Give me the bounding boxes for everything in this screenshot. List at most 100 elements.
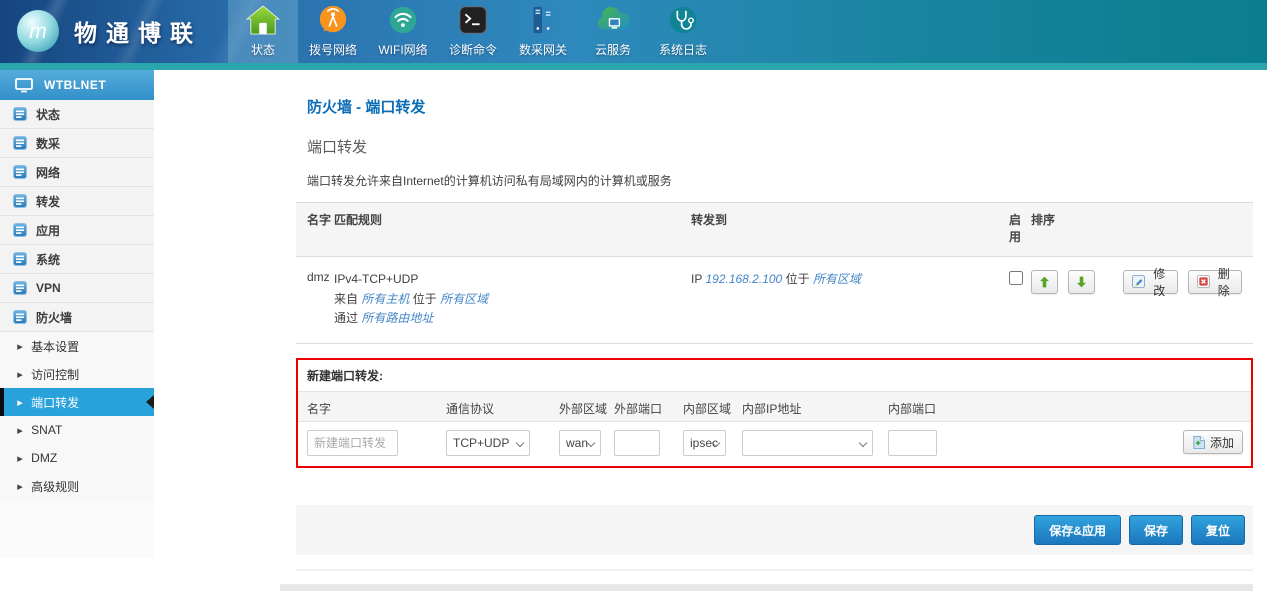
sidebar-subitem-advanced-rules[interactable]: ▶ 高级规则 [0,472,154,500]
triangle-bullet-icon: ▶ [17,482,23,490]
sidebar-item-forward[interactable]: 转发 [0,187,154,216]
triangle-bullet-icon: ▶ [17,370,23,378]
rule-route-link[interactable]: 所有路由地址 [361,311,433,325]
new-forward-labels-row: 名字 通信协议 外部区域 外部端口 内部区域 内部IP地址 内部端口 [298,392,1251,422]
stethoscope-icon [667,2,699,38]
sidebar-subitem-port-forward[interactable]: ▶ 端口转发 [0,388,154,416]
delete-x-icon [1197,275,1210,288]
list-icon [13,136,27,150]
nav-tab-label: 云服务 [595,41,631,58]
save-apply-button[interactable]: 保存&应用 [1034,515,1121,545]
enable-checkbox[interactable] [1009,271,1023,285]
triangle-bullet-icon: ▶ [17,454,23,462]
add-button[interactable]: 添加 [1183,430,1243,454]
cloud-monitor-icon [594,2,632,38]
list-icon [13,310,27,324]
edit-pencil-icon [1132,275,1145,288]
sidebar-subitem-access-control[interactable]: ▶ 访问控制 [0,360,154,388]
protocol-select[interactable]: TCP+UDP [446,430,530,456]
nav-tab-label: 数采网关 [519,41,567,58]
reset-button[interactable]: 复位 [1191,515,1245,545]
sidebar-subitem-label: 高级规则 [31,478,79,495]
nav-tab-dialup-network[interactable]: 拨号网络 [298,0,368,63]
sidebar-item-vpn[interactable]: VPN [0,274,154,303]
svg-text:m: m [29,20,47,43]
page-title: 防火墙 - 端口转发 [296,96,1253,117]
rule-from-label: 来自 [334,292,358,306]
nav-tab-diagnostic-command[interactable]: 诊断命令 [438,0,508,63]
list-icon [13,165,27,179]
save-button[interactable]: 保存 [1129,515,1183,545]
rule-host-link[interactable]: 所有主机 [361,292,409,306]
broadcast-antenna-icon [317,2,349,38]
monitor-icon [15,78,33,93]
int-port-field-label: 内部端口 [888,400,936,417]
edit-button[interactable]: 修改 [1123,270,1178,294]
move-up-button[interactable] [1031,270,1058,294]
delete-button-label: 删除 [1215,265,1234,299]
ext-port-field-label: 外部端口 [614,400,662,417]
int-ip-select[interactable] [742,430,873,456]
column-header-name: 名字 [307,212,334,247]
brand-logo: m 物通博联 [16,9,202,53]
sidebar-item-application[interactable]: 应用 [0,216,154,245]
nav-tab-system-log[interactable]: 系统日志 [648,0,718,63]
nav-tab-label: 系统日志 [659,41,707,58]
top-nav: 状态 拨号网络 WIFI网络 诊断命令 数采网关 [228,0,718,63]
forward-to-cell: IP 192.168.2.100 位于 所有区域 [691,270,1009,287]
triangle-bullet-icon: ▶ [17,426,23,434]
arrow-up-icon [1040,276,1049,288]
int-port-input[interactable] [888,430,937,456]
column-header-rule: 匹配规则 [334,212,691,247]
ext-zone-field-label: 外部区域 [559,400,607,417]
nav-tab-status[interactable]: 状态 [228,0,298,63]
server-rack-icon [527,2,559,38]
action-bar: 保存&应用 保存 复位 [296,505,1253,555]
nav-tab-label: 状态 [251,41,275,58]
move-down-button[interactable] [1068,270,1095,294]
edit-button-label: 修改 [1150,265,1169,299]
list-icon [13,252,27,266]
sidebar-item-network[interactable]: 网络 [0,158,154,187]
ext-zone-select[interactable]: wan [559,430,601,456]
ext-port-input[interactable] [614,430,660,456]
new-port-forward-section: 新建端口转发: 名字 通信协议 外部区域 外部端口 内部区域 内部IP地址 内部… [296,358,1253,468]
protocol-select-value: TCP+UDP [453,436,509,450]
sidebar-item-system[interactable]: 系统 [0,245,154,274]
sidebar-subitem-label: 端口转发 [31,394,79,411]
nav-tab-wifi-network[interactable]: WIFI网络 [368,0,438,63]
sidebar-item-label: 系统 [36,251,60,268]
main-content: 防火墙 - 端口转发 端口转发 端口转发允许来自Internet的计算机访问私有… [296,70,1253,591]
rule-in-label: 位于 [413,292,437,306]
forward-table-header: 名字 匹配规则 转发到 启用 排序 [296,202,1253,257]
int-ip-field-label: 内部IP地址 [742,400,801,417]
triangle-bullet-icon: ▶ [17,342,23,350]
forward-ip-link[interactable]: 192.168.2.100 [705,272,782,286]
arrow-down-icon [1077,276,1086,288]
delete-button[interactable]: 删除 [1188,270,1243,294]
int-zone-field-label: 内部区域 [683,400,731,417]
sidebar-subitem-basic-settings[interactable]: ▶ 基本设置 [0,332,154,360]
sidebar-item-label: 转发 [36,193,60,210]
nav-tab-data-gateway[interactable]: 数采网关 [508,0,578,63]
rule-name-cell: dmz [307,270,334,284]
sidebar-item-status[interactable]: 状态 [0,100,154,129]
brand-name: 物通博联 [74,14,202,48]
sidebar-item-firewall[interactable]: 防火墙 [0,303,154,332]
int-zone-select[interactable]: ipsec [683,430,726,456]
nav-tab-cloud-service[interactable]: 云服务 [578,0,648,63]
sidebar: WTBLNET 状态 数采 网络 转发 应用 系统 VPN 防火墙 ▶ 基本设置… [0,70,154,558]
forward-zone-link[interactable]: 所有区域 [813,272,861,286]
enable-cell [1009,270,1031,288]
sidebar-subitem-dmz[interactable]: ▶ DMZ [0,444,154,472]
sidebar-subitem-snat[interactable]: ▶ SNAT [0,416,154,444]
forward-ip-label: IP [691,272,702,286]
sidebar-item-label: 数采 [36,135,60,152]
sidebar-item-label: 防火墙 [36,309,72,326]
rule-zone-link[interactable]: 所有区域 [440,292,488,306]
sidebar-item-data-collect[interactable]: 数采 [0,129,154,158]
brand-sphere-icon: m [16,9,60,53]
name-input[interactable] [307,430,398,456]
rule-protocol: IPv4-TCP+UDP [334,270,691,290]
list-icon [13,107,27,121]
